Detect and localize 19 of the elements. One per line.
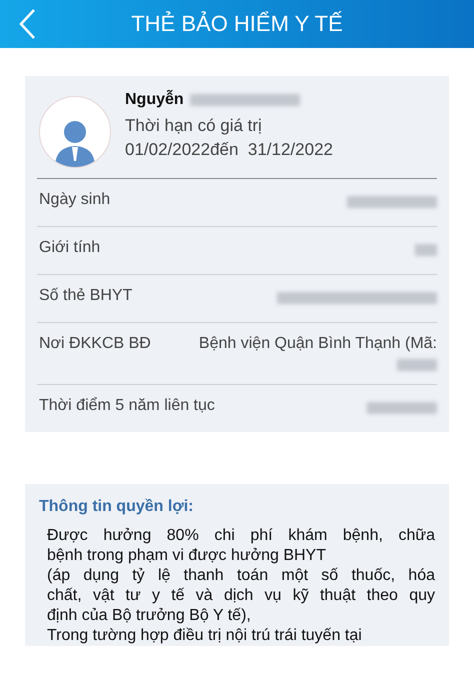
benefits-text-line: định của Bộ trưởng Bộ Y tế),	[47, 606, 252, 626]
holder-name: Nguyễn	[125, 91, 184, 109]
validity-dates: 01/02/2022đến 31/12/2022	[125, 140, 333, 160]
field-label: Số thẻ BHYT	[39, 287, 132, 305]
validity-label: Thời hạn có giá trị	[125, 116, 263, 136]
page-title: THẺ BẢO HIỂM Y TẾ	[130, 11, 344, 37]
field-label: Ngày sinh	[39, 191, 110, 209]
back-button[interactable]	[18, 7, 38, 41]
field-label: Nơi ĐKKCB BĐ	[39, 335, 151, 353]
benefits-text-line: bệnh trong phạm vi được hưởng BHYT	[47, 546, 327, 566]
benefits-text-line: Được hưởng 80% chi phí khám bệnh, chữa	[47, 526, 435, 546]
benefits-title: Thông tin quyền lợi:	[39, 498, 194, 516]
chevron-left-icon	[18, 8, 36, 40]
benefits-text-line: chất, vật tư y tế và dịch vụ kỹ thuật theo quy	[47, 586, 435, 606]
benefits-text-line: (áp dụng tỷ lệ thanh toán một số thuốc, hóa	[47, 566, 435, 586]
field-label: Thời điểm 5 năm liên tục	[39, 397, 215, 415]
field-label: Giới tính	[39, 239, 100, 257]
benefits-text-line: Trong tường hợp điều trị nội trú trái tuyến tại	[47, 626, 363, 646]
field-value: Bệnh viện Quận Bình Thạnh (Mã:	[198, 335, 437, 353]
